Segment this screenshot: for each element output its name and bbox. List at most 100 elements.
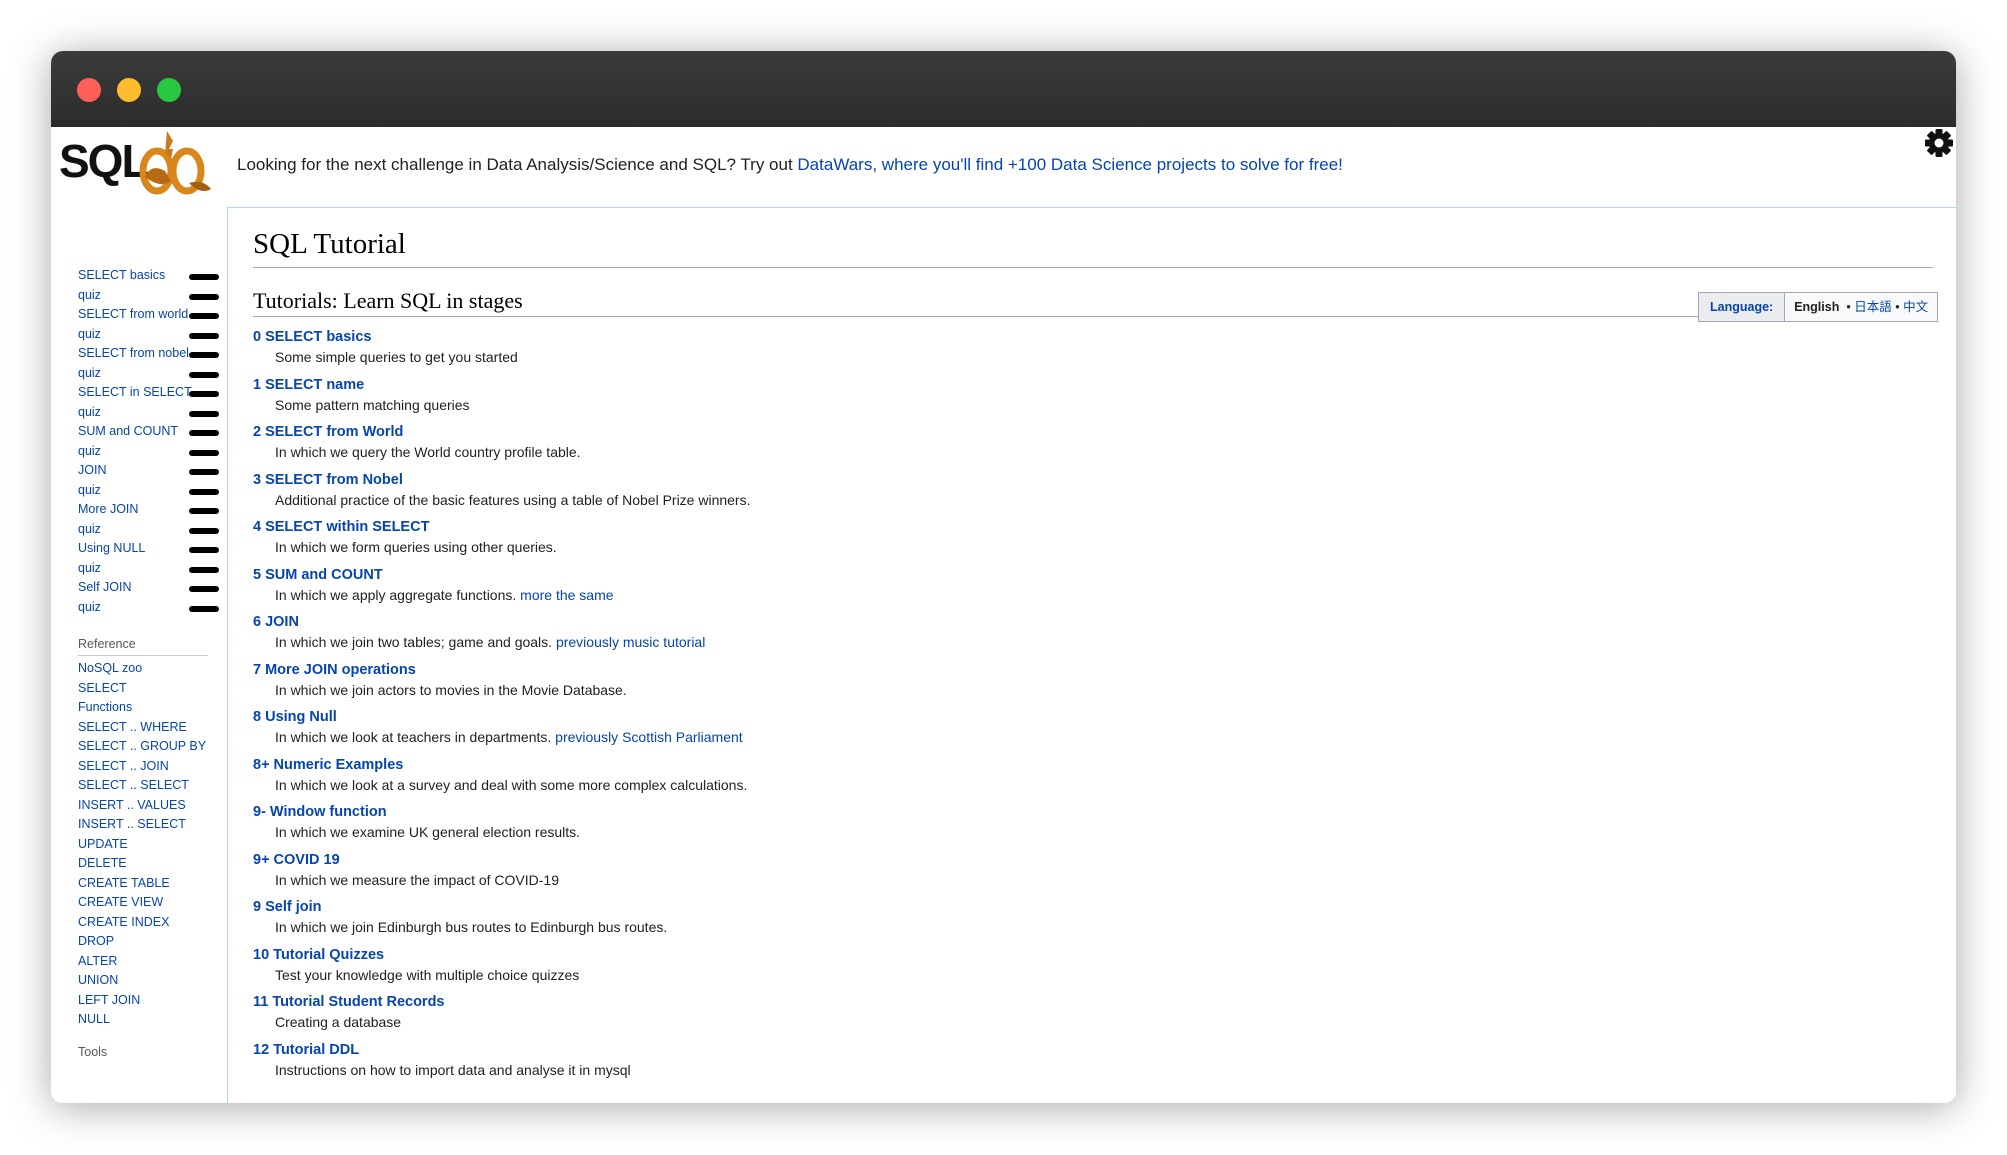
tutorial-link[interactable]: 5 SUM and COUNT	[253, 567, 383, 583]
tutorial-description: Some simple queries to get you started	[275, 349, 518, 365]
window-titlebar	[51, 51, 1956, 127]
reference-link[interactable]: DELETE	[78, 856, 127, 870]
sidebar-item-self-join[interactable]: Self JOIN	[78, 580, 132, 594]
gear-icon[interactable]	[1924, 128, 1954, 158]
tutorial-description: Additional practice of the basic feature…	[275, 491, 751, 508]
tutorial-link[interactable]: 0 SELECT basics	[253, 329, 371, 345]
language-option-chinese[interactable]: 中文	[1903, 300, 1928, 314]
reference-link[interactable]: SELECT .. SELECT	[78, 778, 189, 792]
reference-link[interactable]: SELECT .. GROUP BY	[78, 739, 206, 753]
tutorial-link[interactable]: 12 Tutorial DDL	[253, 1042, 359, 1058]
tutorial-link[interactable]: 11 Tutorial Student Records	[253, 994, 445, 1010]
sidebar-item-quiz[interactable]: quiz	[78, 600, 101, 614]
sidebar-item-select-from-nobel[interactable]: SELECT from nobel	[78, 346, 189, 360]
minimize-window-button[interactable]	[117, 78, 141, 102]
page-content: SQL Looking for the next challenge in Da…	[51, 127, 1956, 1103]
tutorial-description: Some pattern matching queries	[275, 396, 470, 413]
reference-link[interactable]: NULL	[78, 1012, 110, 1026]
reference-link[interactable]: SELECT .. JOIN	[78, 759, 169, 773]
close-window-button[interactable]	[77, 78, 101, 102]
tutorial-link[interactable]: 3 SELECT from Nobel	[253, 472, 403, 488]
sidebar-item-more-join[interactable]: More JOIN	[78, 502, 138, 516]
tools-heading: Tools	[78, 1045, 108, 1059]
tutorial-description: Instructions on how to import data and a…	[275, 1061, 631, 1078]
tutorial-link[interactable]: 9 Self join	[253, 899, 322, 915]
logo-text: SQL	[59, 135, 148, 187]
language-selector: Language: English • 日本語 • 中文	[1698, 292, 1939, 322]
reference-heading: Reference	[78, 637, 136, 651]
tutorial-extra-link[interactable]: previously music tutorial	[556, 634, 705, 650]
reference-link[interactable]: LEFT JOIN	[78, 993, 140, 1007]
title-divider	[253, 267, 1933, 268]
sidebar-item-quiz[interactable]: quiz	[78, 405, 101, 419]
tutorial-link[interactable]: 9+ COVID 19	[253, 852, 340, 868]
sidebar-item-quiz[interactable]: quiz	[78, 288, 101, 302]
sidebar-item-sum-and-count[interactable]: SUM and COUNT	[78, 424, 178, 438]
reference-link[interactable]: INSERT .. VALUES	[78, 798, 186, 812]
language-separator: •	[1895, 300, 1900, 314]
tutorial-description: Creating a database	[275, 1014, 402, 1030]
sidebar: SELECT basics quiz SELECT from world qui…	[51, 205, 227, 1103]
sidebar-item-quiz[interactable]: quiz	[78, 561, 101, 575]
progress-bar	[189, 352, 219, 358]
language-label: Language:	[1699, 293, 1786, 321]
promo-text: Looking for the next challenge in Data A…	[237, 155, 798, 174]
tutorial-extra-link[interactable]: previously Scottish Parliament	[555, 729, 743, 745]
reference-link[interactable]: INSERT .. SELECT	[78, 817, 186, 831]
promo-banner: Looking for the next challenge in Data A…	[237, 155, 1343, 175]
tutorial-description: In which we look at teachers in departme…	[275, 729, 743, 745]
sidebar-item-quiz[interactable]: quiz	[78, 327, 101, 341]
progress-bar	[189, 371, 219, 378]
sidebar-item-quiz[interactable]: quiz	[78, 522, 101, 536]
reference-link[interactable]: DROP	[78, 934, 114, 948]
language-current: English	[1794, 300, 1840, 314]
language-separator: •	[1846, 300, 1851, 314]
tutorial-description: In which we join actors to movies in the…	[275, 681, 627, 698]
sidebar-item-quiz[interactable]: quiz	[78, 366, 101, 380]
sidebar-item-select-in-select[interactable]: SELECT in SELECT	[78, 385, 192, 399]
sqlzoo-logo[interactable]: SQL	[57, 129, 222, 199]
maximize-window-button[interactable]	[157, 78, 181, 102]
reference-link[interactable]: Functions	[78, 700, 132, 714]
tutorial-link[interactable]: 6 JOIN	[253, 614, 299, 630]
tutorial-description: In which we form queries using other que…	[275, 539, 557, 555]
tutorial-link[interactable]: 10 Tutorial Quizzes	[253, 947, 384, 963]
section-title: Tutorials: Learn SQL in stages	[253, 288, 523, 313]
tutorial-link[interactable]: 8+ Numeric Examples	[253, 757, 403, 773]
sidebar-item-quiz[interactable]: quiz	[78, 444, 101, 458]
progress-bar	[189, 527, 219, 534]
tutorial-extra-link[interactable]: more the same	[520, 587, 613, 603]
reference-link[interactable]: CREATE TABLE	[78, 876, 170, 890]
reference-link[interactable]: ALTER	[78, 954, 117, 968]
tutorial-link[interactable]: 2 SELECT from World	[253, 424, 403, 440]
progress-bar	[189, 488, 219, 495]
tutorial-link[interactable]: 1 SELECT name	[253, 377, 364, 393]
reference-link[interactable]: UPDATE	[78, 837, 128, 851]
sidebar-item-select-from-world[interactable]: SELECT from world	[78, 307, 188, 321]
datawars-link[interactable]: DataWars, where you'll find +100 Data Sc…	[797, 155, 1342, 174]
tutorial-link[interactable]: 8 Using Null	[253, 709, 337, 725]
section-divider	[253, 316, 1933, 317]
sidebar-item-join[interactable]: JOIN	[78, 463, 106, 477]
reference-link[interactable]: SELECT .. WHERE	[78, 720, 187, 734]
tutorial-link[interactable]: 9- Window function	[253, 804, 387, 820]
progress-bar	[189, 410, 219, 417]
reference-link[interactable]: CREATE VIEW	[78, 895, 163, 909]
sidebar-item-quiz[interactable]: quiz	[78, 483, 101, 497]
reference-link[interactable]: NoSQL zoo	[78, 661, 142, 675]
reference-link[interactable]: UNION	[78, 973, 118, 987]
reference-link[interactable]: CREATE INDEX	[78, 915, 169, 929]
language-option-japanese[interactable]: 日本語	[1854, 300, 1892, 314]
reference-link[interactable]: SELECT	[78, 681, 127, 695]
sidebar-item-select-basics[interactable]: SELECT basics	[78, 268, 165, 282]
progress-bar	[189, 547, 219, 553]
tutorial-link[interactable]: 7 More JOIN operations	[253, 662, 416, 678]
tutorial-description: Test your knowledge with multiple choice…	[275, 966, 580, 983]
progress-bar	[189, 469, 219, 475]
tutorial-description: In which we join Edinburgh bus routes to…	[275, 919, 668, 935]
progress-bar	[189, 313, 219, 319]
browser-window: SQL Looking for the next challenge in Da…	[51, 51, 1956, 1103]
sidebar-item-using-null[interactable]: Using NULL	[78, 541, 145, 555]
tutorial-link[interactable]: 4 SELECT within SELECT	[253, 519, 429, 535]
progress-bar	[189, 274, 219, 280]
